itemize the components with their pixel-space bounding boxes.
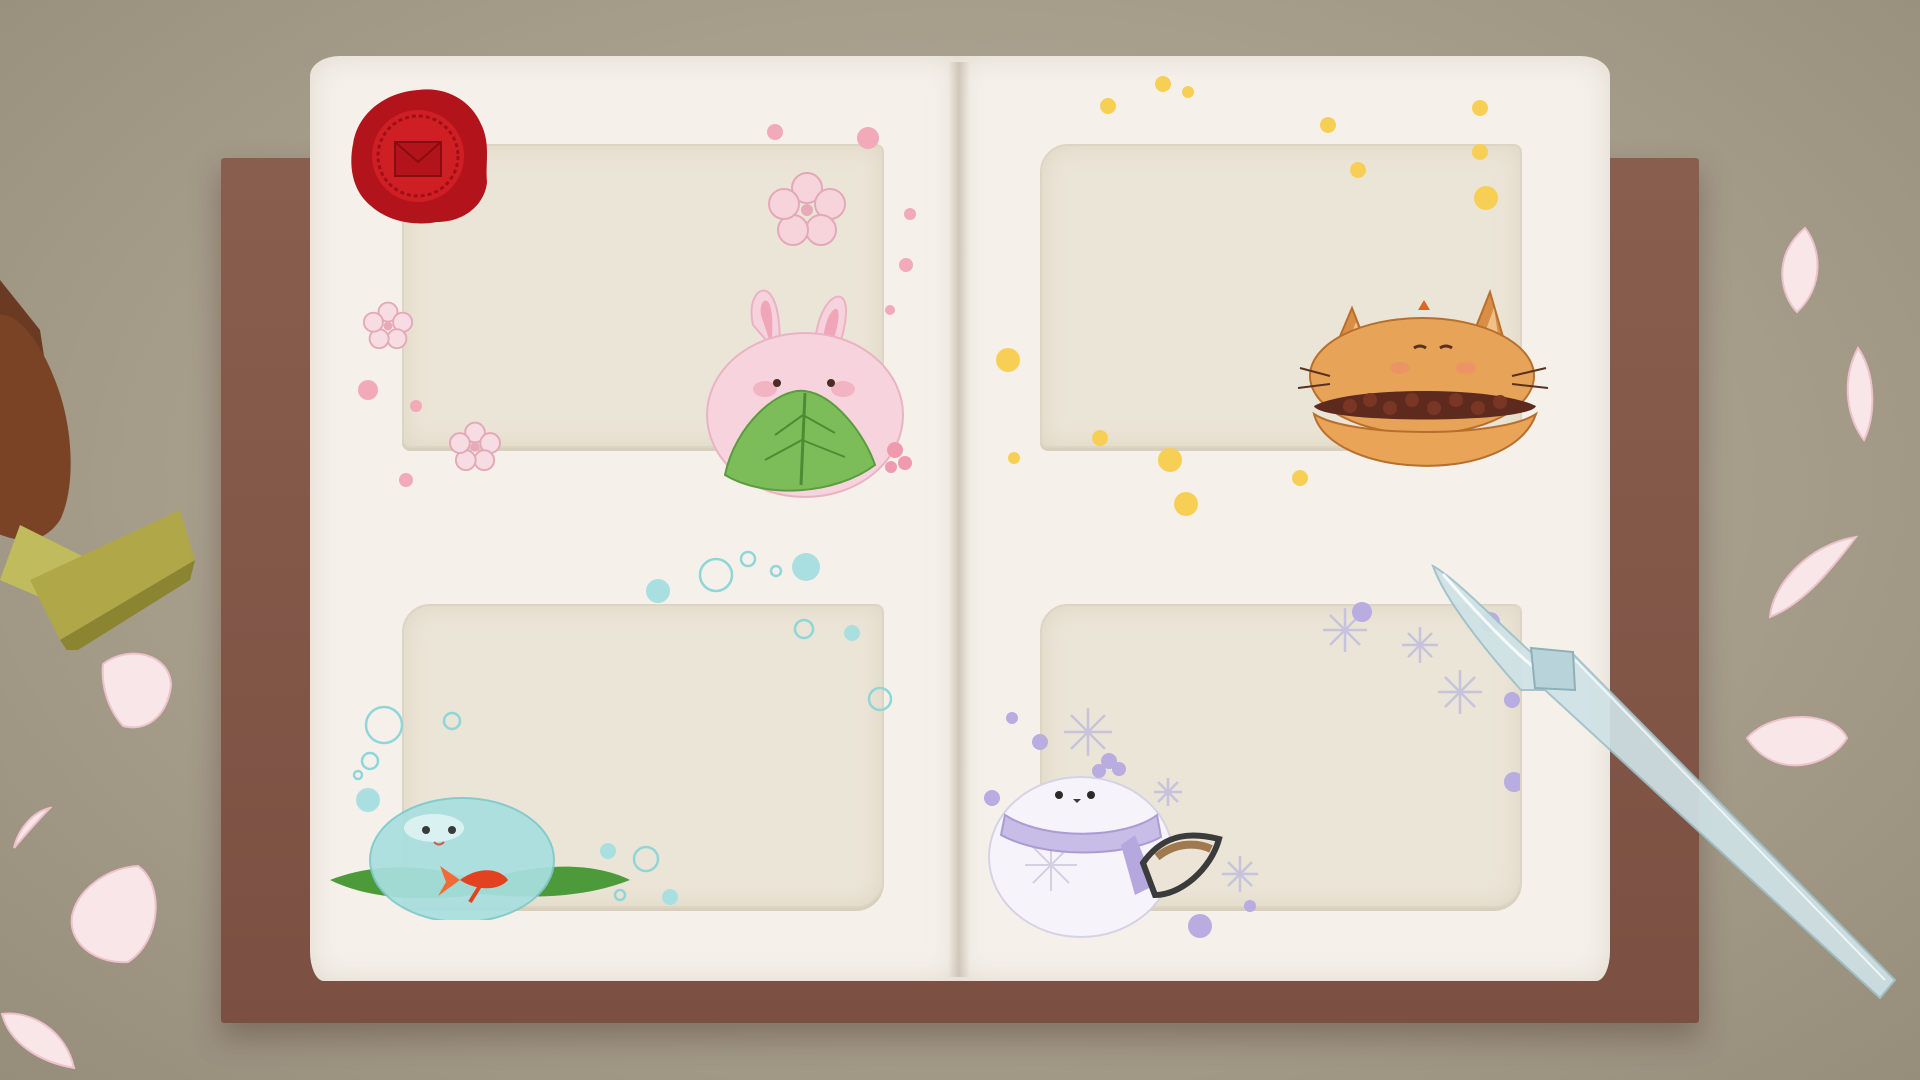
sakura-petal-icon	[70, 864, 157, 964]
rabbit-mochi-icon[interactable]	[695, 285, 920, 505]
album-scene	[0, 0, 1920, 1080]
glass-pen-icon[interactable]	[1425, 560, 1920, 1000]
wax-stamp-icon[interactable]	[0, 260, 200, 650]
sakura-petal-icon	[1846, 346, 1874, 442]
snow-bird-mochi-icon[interactable]	[985, 745, 1230, 940]
sakura-petal-icon	[101, 652, 173, 729]
water-mochi-goldfish-icon[interactable]	[330, 790, 630, 920]
cat-dorayaki-icon[interactable]	[1290, 288, 1555, 493]
sakura-petal-icon	[1745, 716, 1849, 767]
sakura-petal-icon	[0, 1012, 76, 1070]
sakura-petal-icon	[1781, 226, 1819, 314]
sakura-petal-icon	[1768, 535, 1858, 619]
sakura-petal-icon	[13, 806, 52, 849]
